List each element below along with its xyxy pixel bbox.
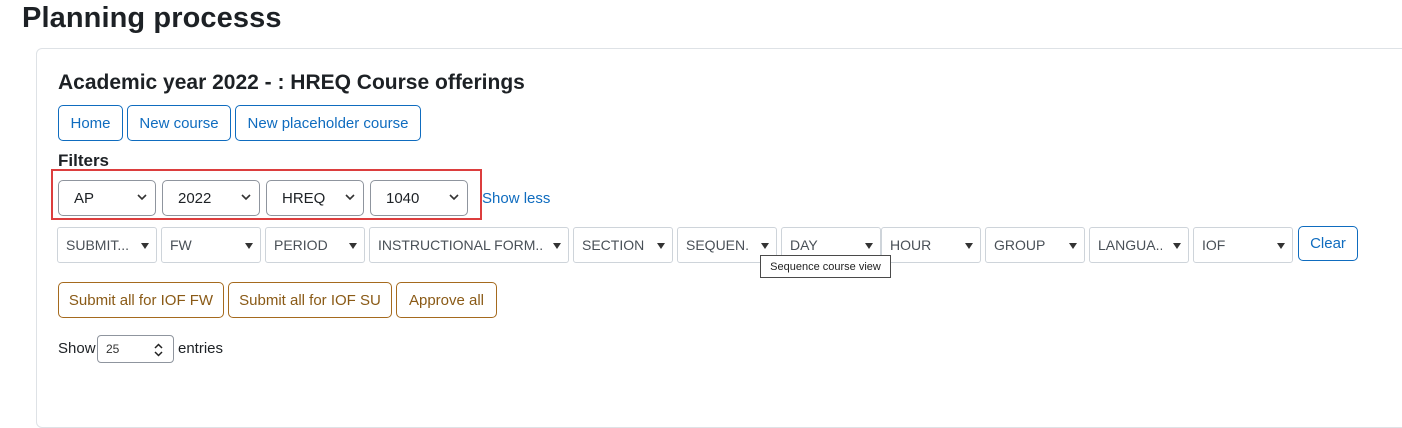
chevron-down-icon	[241, 194, 251, 201]
chevron-down-icon	[137, 194, 147, 201]
chevron-down-icon	[345, 194, 355, 201]
filter-iof[interactable]: IOF	[1193, 227, 1293, 263]
filter-value: HOUR	[890, 237, 932, 253]
new-course-button[interactable]: New course	[127, 105, 231, 141]
filter-value: LANGUA...	[1098, 237, 1162, 253]
caret-down-icon	[1277, 243, 1285, 249]
caret-down-icon	[657, 243, 665, 249]
filter-value: PERIOD	[274, 237, 328, 253]
caret-down-icon	[141, 243, 149, 249]
caret-down-icon	[761, 243, 769, 249]
submit-all-iof-fw-button[interactable]: Submit all for IOF FW	[58, 282, 224, 318]
sequence-tooltip: Sequence course view	[760, 255, 891, 278]
filter-select-code[interactable]: 1040	[370, 180, 468, 216]
caret-down-icon	[965, 243, 973, 249]
home-button[interactable]: Home	[58, 105, 123, 141]
page-title: Planning processs	[22, 2, 282, 34]
caret-down-icon	[865, 243, 873, 249]
filters-label: Filters	[58, 151, 110, 170]
caret-down-icon	[1173, 243, 1181, 249]
filter-select-program[interactable]: HREQ	[266, 180, 364, 216]
filter-submit[interactable]: SUBMIT...	[57, 227, 157, 263]
chevron-down-icon	[449, 194, 459, 201]
filter-section[interactable]: SECTION	[573, 227, 673, 263]
caret-down-icon	[349, 243, 357, 249]
filter-value: INSTRUCTIONAL FORM...	[378, 237, 542, 253]
submit-all-iof-su-button[interactable]: Submit all for IOF SU	[228, 282, 392, 318]
filter-instructional-form[interactable]: INSTRUCTIONAL FORM...	[369, 227, 569, 263]
filter-fw[interactable]: FW	[161, 227, 261, 263]
entries-length-value: 25	[106, 342, 120, 356]
filter-language[interactable]: LANGUA...	[1089, 227, 1189, 263]
filter-value: GROUP	[994, 237, 1046, 253]
filter-value: FW	[170, 237, 192, 253]
filter-value: DAY	[790, 237, 818, 253]
entries-suffix-label: entries	[178, 340, 224, 357]
filter-select-value: 1040	[386, 189, 420, 207]
filter-select-value: HREQ	[282, 189, 326, 207]
caret-down-icon	[1069, 243, 1077, 249]
up-down-arrow-icon	[154, 343, 163, 357]
caret-down-icon	[553, 243, 561, 249]
filter-select-year[interactable]: 2022	[162, 180, 260, 216]
filter-value: IOF	[1202, 237, 1226, 253]
filter-select-value: AP	[74, 189, 95, 207]
clear-filters-button[interactable]: Clear	[1298, 226, 1358, 261]
caret-down-icon	[245, 243, 253, 249]
show-label: Show	[58, 340, 96, 357]
filter-period[interactable]: PERIOD	[265, 227, 365, 263]
filter-select-ap[interactable]: AP	[58, 180, 156, 216]
filter-value: SECTION	[582, 237, 645, 253]
filter-group[interactable]: GROUP	[985, 227, 1085, 263]
filter-value: SUBMIT...	[66, 237, 130, 253]
filter-select-value: 2022	[178, 189, 212, 207]
show-less-link[interactable]: Show less	[482, 190, 550, 207]
section-title: Academic year 2022 - : HREQ Course offer…	[58, 71, 525, 94]
approve-all-button[interactable]: Approve all	[396, 282, 497, 318]
new-placeholder-course-button[interactable]: New placeholder course	[235, 105, 421, 141]
filter-value: SEQUEN...	[686, 237, 750, 253]
filter-hour[interactable]: HOUR	[881, 227, 981, 263]
entries-length-select[interactable]: 25	[97, 335, 174, 363]
